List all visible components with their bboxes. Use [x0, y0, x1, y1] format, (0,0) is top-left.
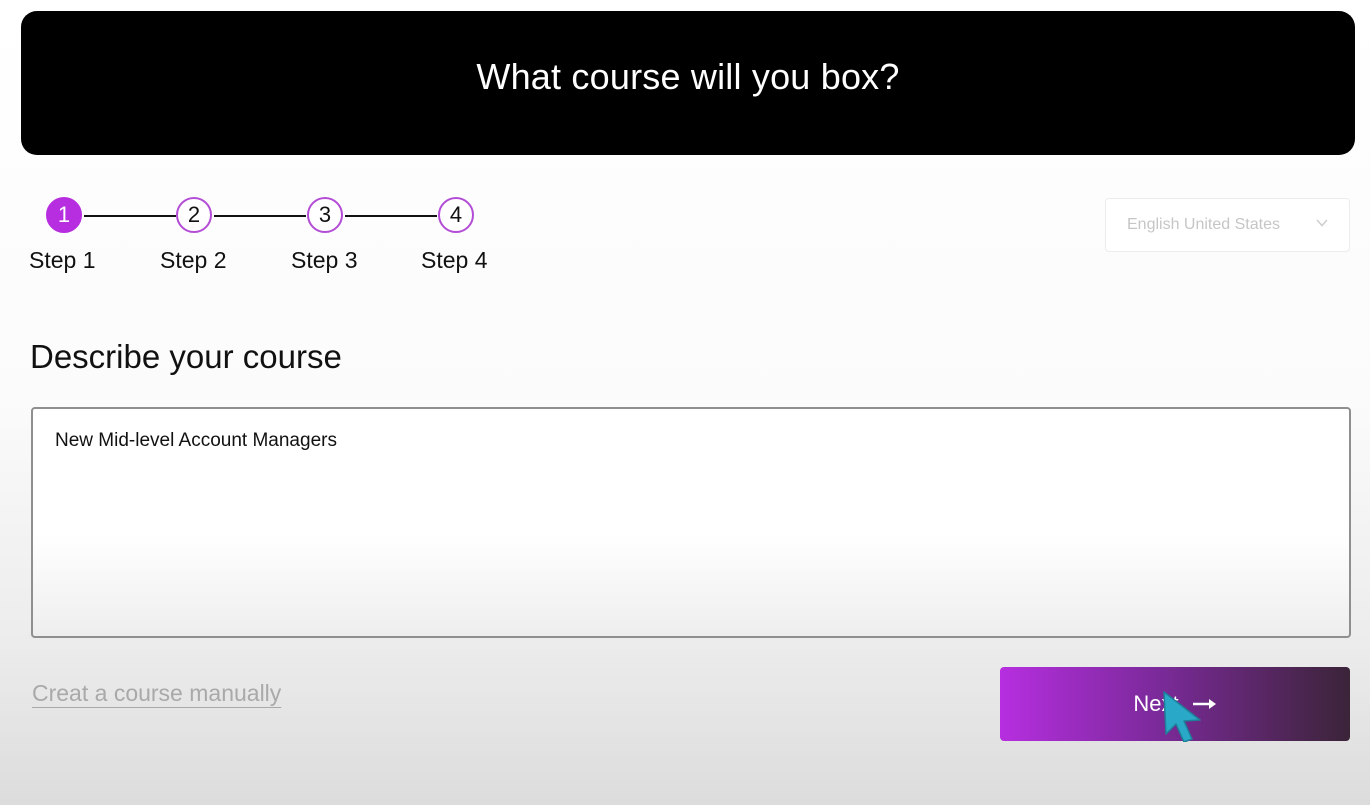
step-2-label: Step 2 — [160, 247, 227, 273]
step-connector — [345, 215, 437, 217]
chevron-down-icon — [1316, 219, 1328, 227]
step-1-label: Step 1 — [29, 247, 96, 273]
section-title: Describe your course — [30, 338, 342, 375]
step-2-indicator[interactable]: 2 — [176, 197, 212, 233]
step-number: 4 — [449, 202, 463, 227]
step-4-indicator[interactable]: 4 — [438, 197, 474, 233]
step-progress: 1 2 3 4 Step 1 Step 2 Step 3 Step 4 — [0, 197, 560, 287]
course-description-input[interactable]: New Mid-level Account Managers — [31, 407, 1351, 638]
step-number: 3 — [318, 202, 332, 227]
step-4-label: Step 4 — [421, 247, 488, 273]
step-connector — [84, 215, 176, 217]
page-header: What course will you box? — [21, 11, 1355, 155]
step-1-indicator[interactable]: 1 — [46, 197, 82, 233]
step-3-label: Step 3 — [291, 247, 358, 273]
arrow-right-icon — [1192, 699, 1216, 709]
step-number: 1 — [57, 202, 71, 227]
next-button-label: Next — [1133, 691, 1179, 716]
next-button[interactable]: Next — [1000, 667, 1350, 741]
step-3-indicator[interactable]: 3 — [307, 197, 343, 233]
step-connector — [214, 215, 306, 217]
step-number: 2 — [187, 202, 201, 227]
create-manually-link[interactable]: Creat a course manually — [32, 680, 281, 707]
language-select-value: English United States — [1127, 216, 1280, 233]
page-title: What course will you box? — [476, 56, 900, 97]
course-description-value: New Mid-level Account Managers — [55, 430, 337, 451]
language-select[interactable]: English United States — [1105, 198, 1350, 252]
